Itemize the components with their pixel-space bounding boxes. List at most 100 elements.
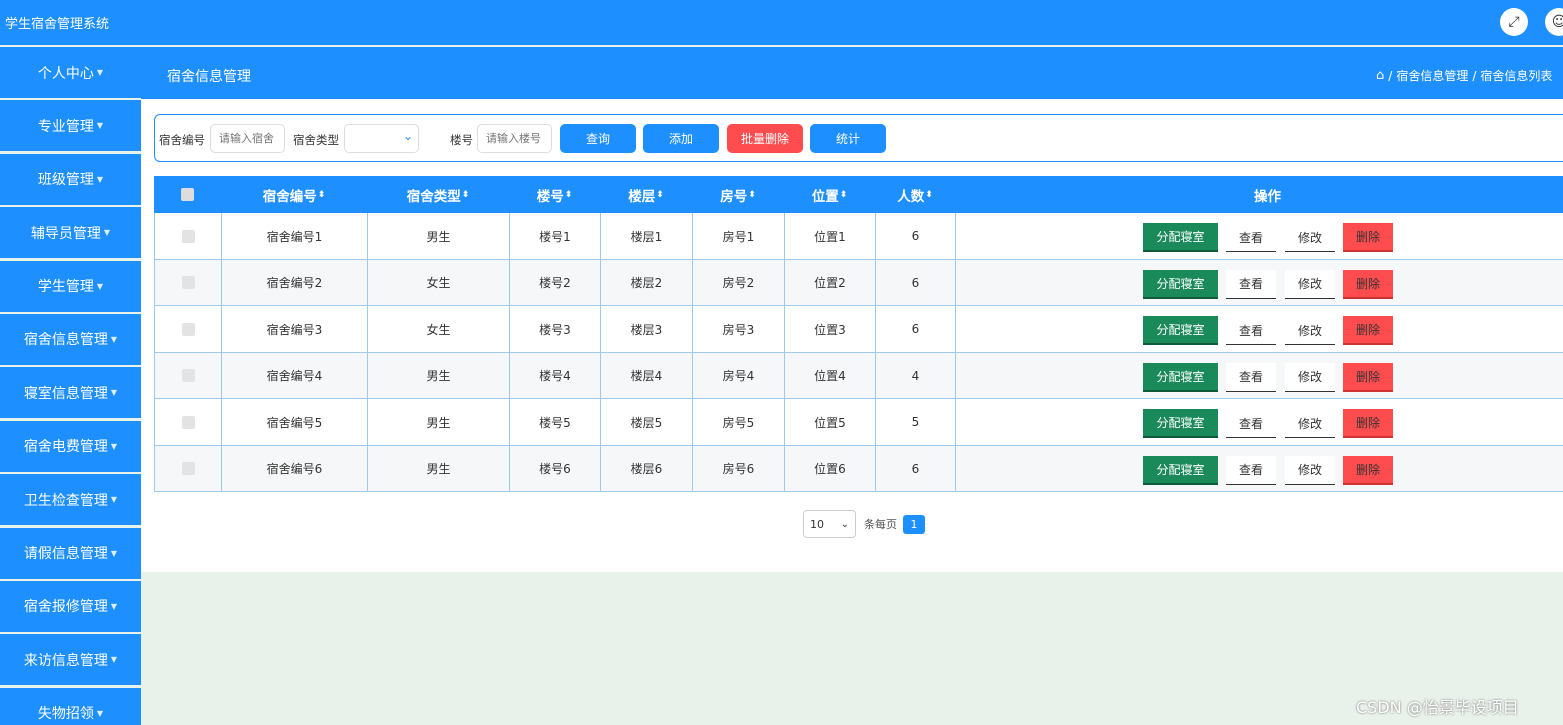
- sidebar-item-label: 班级管理: [37, 172, 94, 189]
- page-size-select[interactable]: 10 ⌄: [803, 510, 856, 538]
- cell-building: 楼号6: [510, 445, 601, 492]
- row-checkbox[interactable]: [181, 322, 195, 336]
- row-checkbox[interactable]: [181, 369, 195, 382]
- view-button[interactable]: 查看: [1226, 223, 1276, 252]
- cell-room: 房号1: [693, 213, 785, 259]
- sidebar-item-label: 宿舍信息管理: [23, 332, 108, 349]
- view-button[interactable]: 查看: [1226, 409, 1276, 438]
- sidebar-item-lost-found[interactable]: 失物招领 ▼: [0, 687, 141, 725]
- edit-button[interactable]: 修改: [1285, 455, 1335, 485]
- view-button[interactable]: 查看: [1226, 362, 1276, 392]
- select-all-checkbox[interactable]: [154, 176, 221, 213]
- col-room[interactable]: 房号 ⬍: [692, 176, 784, 213]
- query-button[interactable]: 查询: [560, 124, 636, 153]
- cell-building: 楼号2: [510, 259, 601, 306]
- cell-dorm-type: 男生: [368, 445, 510, 492]
- sidebar-item-leave[interactable]: 请假信息管理 ▼: [0, 527, 141, 579]
- sort-icon[interactable]: ⬍: [565, 190, 573, 200]
- sort-icon[interactable]: ⬍: [840, 190, 848, 200]
- sort-icon[interactable]: ⬍: [748, 190, 756, 200]
- user-icon[interactable]: ☺: [1545, 8, 1563, 36]
- cell-dorm-type: 女生: [368, 306, 510, 352]
- table-row: 宿舍编号3 女生 楼号3 楼层3 房号3 位置3 6 分配寝室 查看 修改 删除: [154, 306, 1563, 353]
- sidebar-item-label: 个人中心: [37, 65, 94, 82]
- sidebar-item-room-info[interactable]: 寝室信息管理 ▼: [0, 367, 141, 419]
- view-button[interactable]: 查看: [1226, 316, 1276, 345]
- col-count[interactable]: 人数 ⬍: [875, 176, 955, 213]
- add-button[interactable]: 添加: [643, 124, 719, 153]
- delete-button[interactable]: 删除: [1343, 362, 1393, 392]
- cell-location: 位置2: [785, 259, 876, 306]
- assign-room-button[interactable]: 分配寝室: [1143, 409, 1218, 438]
- sidebar-item-major[interactable]: 专业管理 ▼: [0, 100, 141, 152]
- col-location[interactable]: 位置 ⬍: [784, 176, 875, 213]
- home-icon[interactable]: ⌂: [1376, 68, 1384, 83]
- sidebar-item-label: 来访信息管理: [23, 652, 108, 669]
- col-floor[interactable]: 楼层 ⬍: [600, 176, 692, 213]
- row-checkbox[interactable]: [181, 276, 195, 289]
- dorm-type-select[interactable]: ⌄: [344, 124, 419, 153]
- cell-location: 位置4: [785, 352, 876, 399]
- edit-button[interactable]: 修改: [1285, 409, 1335, 438]
- cell-room: 房号2: [693, 259, 785, 306]
- breadcrumb-item[interactable]: 宿舍信息管理: [1396, 67, 1468, 84]
- table-row: 宿舍编号2 女生 楼号2 楼层2 房号2 位置2 6 分配寝室 查看 修改 删除: [154, 259, 1563, 306]
- delete-button[interactable]: 删除: [1343, 455, 1393, 485]
- assign-room-button[interactable]: 分配寝室: [1143, 455, 1218, 485]
- page-title: 宿舍信息管理: [167, 69, 251, 85]
- sort-icon[interactable]: ⬍: [656, 190, 664, 200]
- sidebar-item-dorm-info[interactable]: 宿舍信息管理 ▼: [0, 313, 141, 365]
- row-checkbox[interactable]: [181, 462, 195, 475]
- edit-button[interactable]: 修改: [1285, 362, 1335, 392]
- edit-button[interactable]: 修改: [1285, 269, 1335, 299]
- stats-button[interactable]: 统计: [810, 124, 886, 153]
- sort-icon[interactable]: ⬍: [925, 190, 933, 200]
- sidebar-item-counselor[interactable]: 辅导员管理 ▼: [0, 207, 141, 259]
- cell-count: 6: [876, 259, 956, 306]
- cell-floor: 楼层2: [601, 259, 693, 306]
- sidebar-item-label: 专业管理: [37, 118, 94, 135]
- dorm-table: 宿舍编号 ⬍ 宿舍类型 ⬍ 楼号 ⬍ 楼层 ⬍ 房号 ⬍ 位置 ⬍ 人数 ⬍ 操作 宿舍编号1…: [154, 176, 1563, 492]
- dorm-no-label: 宿舍编号: [159, 133, 205, 147]
- table-row: 宿舍编号5 男生 楼号5 楼层5 房号5 位置5 5 分配寝室 查看 修改 删除: [154, 399, 1563, 446]
- sidebar-item-class[interactable]: 班级管理 ▼: [0, 153, 141, 205]
- page-number-current[interactable]: 1: [903, 514, 925, 534]
- building-input[interactable]: [477, 124, 552, 153]
- edit-button[interactable]: 修改: [1285, 316, 1335, 345]
- row-checkbox[interactable]: [181, 415, 195, 429]
- sidebar-item-profile[interactable]: 个人中心 ▼: [0, 47, 141, 98]
- cell-count: 4: [876, 352, 956, 399]
- view-button[interactable]: 查看: [1226, 455, 1276, 485]
- sidebar-item-student[interactable]: 学生管理 ▼: [0, 260, 141, 312]
- delete-button[interactable]: 删除: [1343, 316, 1393, 345]
- cell-floor: 楼层1: [601, 213, 693, 259]
- sidebar-item-visitor[interactable]: 来访信息管理 ▼: [0, 634, 141, 686]
- table-header: 宿舍编号 ⬍ 宿舍类型 ⬍ 楼号 ⬍ 楼层 ⬍ 房号 ⬍ 位置 ⬍ 人数 ⬍ 操作: [154, 176, 1563, 213]
- sidebar-item-repair[interactable]: 宿舍报修管理 ▼: [0, 580, 141, 632]
- delete-button[interactable]: 删除: [1343, 269, 1393, 299]
- breadcrumb: ⌂ / 宿舍信息管理 / 宿舍信息列表: [1376, 67, 1553, 84]
- assign-room-button[interactable]: 分配寝室: [1143, 316, 1218, 345]
- sidebar-item-electricity[interactable]: 宿舍电费管理 ▼: [0, 420, 141, 472]
- col-building[interactable]: 楼号 ⬍: [509, 176, 600, 213]
- sort-icon[interactable]: ⬍: [318, 190, 326, 200]
- col-dorm-type[interactable]: 宿舍类型 ⬍: [367, 176, 509, 213]
- batch-delete-button[interactable]: 批量删除: [727, 124, 803, 153]
- assign-room-button[interactable]: 分配寝室: [1143, 223, 1218, 252]
- delete-button[interactable]: 删除: [1343, 409, 1393, 438]
- cell-dorm-no: 宿舍编号4: [222, 352, 368, 399]
- row-checkbox[interactable]: [181, 229, 195, 243]
- col-dorm-no[interactable]: 宿舍编号 ⬍: [221, 176, 367, 213]
- delete-button[interactable]: 删除: [1343, 223, 1393, 252]
- sort-icon[interactable]: ⬍: [462, 190, 470, 200]
- assign-room-button[interactable]: 分配寝室: [1143, 362, 1218, 392]
- sidebar-item-hygiene[interactable]: 卫生检查管理 ▼: [0, 474, 141, 526]
- fullscreen-icon[interactable]: ⤢: [1500, 8, 1528, 36]
- cell-room: 房号3: [693, 306, 785, 352]
- assign-room-button[interactable]: 分配寝室: [1143, 269, 1218, 299]
- edit-button[interactable]: 修改: [1285, 223, 1335, 252]
- view-button[interactable]: 查看: [1226, 269, 1276, 299]
- dorm-no-input[interactable]: [210, 124, 285, 153]
- cell-floor: 楼层4: [601, 352, 693, 399]
- cell-actions: 分配寝室 查看 修改 删除: [956, 353, 1563, 399]
